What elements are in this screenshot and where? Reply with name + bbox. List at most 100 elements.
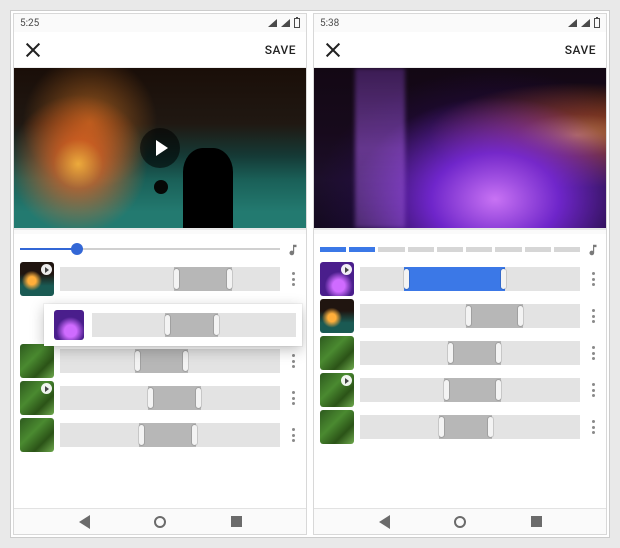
- cell-signal-icon: [581, 19, 590, 27]
- play-button[interactable]: [140, 128, 180, 168]
- clip-row[interactable]: [320, 262, 600, 296]
- trim-handle-left[interactable]: [135, 351, 140, 371]
- nav-home-icon[interactable]: [454, 516, 466, 528]
- clip-track[interactable]: [60, 423, 280, 447]
- trim-handle-left[interactable]: [139, 425, 144, 445]
- timeline-editor: [314, 234, 606, 508]
- trim-handle-left[interactable]: [448, 343, 453, 363]
- screenshot-pair: 5:25 SAVE: [10, 10, 610, 538]
- trim-handle-right[interactable]: [518, 306, 523, 326]
- trim-handle-left[interactable]: [439, 417, 444, 437]
- nav-recent-icon[interactable]: [231, 516, 242, 527]
- position-slider[interactable]: [20, 238, 280, 260]
- clip-row[interactable]: [320, 299, 600, 333]
- play-icon: [156, 140, 168, 156]
- clip-thumb[interactable]: [54, 310, 84, 340]
- clip-track[interactable]: [60, 349, 280, 373]
- clip-row[interactable]: [320, 410, 600, 444]
- close-icon[interactable]: [24, 41, 42, 59]
- clip-overflow-menu[interactable]: [586, 270, 600, 288]
- clip-track[interactable]: [60, 386, 280, 410]
- close-icon[interactable]: [324, 41, 342, 59]
- clip-thumb[interactable]: [20, 418, 54, 452]
- clip-track[interactable]: [60, 267, 280, 291]
- clip-thumb[interactable]: [320, 373, 354, 407]
- cell-signal-icon: [281, 19, 290, 27]
- music-icon[interactable]: [286, 242, 300, 256]
- battery-icon: [594, 18, 600, 28]
- clip-thumb[interactable]: [20, 344, 54, 378]
- phone-right: 5:38 SAVE: [313, 13, 607, 535]
- trim-handle-right[interactable]: [501, 269, 506, 289]
- trim-handle-left[interactable]: [165, 315, 170, 335]
- status-right: [568, 18, 600, 28]
- clip-overflow-menu[interactable]: [586, 344, 600, 362]
- android-navbar: [314, 508, 606, 534]
- clip-thumb[interactable]: [320, 262, 354, 296]
- trim-handle-right[interactable]: [496, 343, 501, 363]
- trim-handle-right[interactable]: [214, 315, 219, 335]
- status-bar: 5:38: [314, 14, 606, 32]
- segmented-progress[interactable]: [320, 247, 580, 252]
- nav-back-icon[interactable]: [379, 515, 390, 529]
- trim-handle-left[interactable]: [404, 269, 409, 289]
- clip-row-dragging[interactable]: [44, 304, 302, 346]
- clip-thumb[interactable]: [320, 410, 354, 444]
- clip-list: [20, 262, 300, 508]
- clip-overflow-menu[interactable]: [286, 389, 300, 407]
- clip-track[interactable]: [360, 378, 580, 402]
- video-preview[interactable]: [314, 68, 606, 228]
- trim-handle-right[interactable]: [192, 425, 197, 445]
- save-button[interactable]: SAVE: [265, 43, 296, 57]
- thumb-play-icon: [41, 264, 52, 275]
- trim-handle-right[interactable]: [183, 351, 188, 371]
- clip-overflow-menu[interactable]: [286, 270, 300, 288]
- clip-thumb[interactable]: [20, 381, 54, 415]
- clip-row[interactable]: [20, 418, 300, 452]
- clip-overflow-menu[interactable]: [586, 418, 600, 436]
- app-bar: SAVE: [14, 32, 306, 68]
- clip-overflow-menu[interactable]: [286, 426, 300, 444]
- clip-track[interactable]: [360, 267, 580, 291]
- clip-overflow-menu[interactable]: [586, 381, 600, 399]
- clip-track[interactable]: [360, 415, 580, 439]
- status-right: [268, 18, 300, 28]
- clip-row[interactable]: [20, 381, 300, 415]
- trim-handle-right[interactable]: [196, 388, 201, 408]
- save-button[interactable]: SAVE: [565, 43, 596, 57]
- trim-handle-left[interactable]: [444, 380, 449, 400]
- nav-home-icon[interactable]: [154, 516, 166, 528]
- battery-icon: [294, 18, 300, 28]
- clip-row[interactable]: [320, 336, 600, 370]
- music-icon[interactable]: [586, 242, 600, 256]
- clip-row[interactable]: [20, 344, 300, 378]
- clip-thumb[interactable]: [320, 336, 354, 370]
- clip-row[interactable]: [320, 373, 600, 407]
- clip-track[interactable]: [360, 341, 580, 365]
- trim-handle-right[interactable]: [227, 269, 232, 289]
- clip-overflow-menu[interactable]: [586, 307, 600, 325]
- phone-left: 5:25 SAVE: [13, 13, 307, 535]
- trim-handle-left[interactable]: [148, 388, 153, 408]
- clip-thumb[interactable]: [20, 262, 54, 296]
- video-waterfall: [355, 68, 405, 228]
- trim-handle-right[interactable]: [488, 417, 493, 437]
- clip-thumb[interactable]: [320, 299, 354, 333]
- clip-overflow-menu[interactable]: [286, 352, 300, 370]
- nav-recent-icon[interactable]: [531, 516, 542, 527]
- trim-handle-left[interactable]: [174, 269, 179, 289]
- wifi-icon: [568, 19, 577, 27]
- status-time: 5:38: [320, 18, 339, 29]
- trim-handle-left[interactable]: [466, 306, 471, 326]
- nav-back-icon[interactable]: [79, 515, 90, 529]
- trim-handle-right[interactable]: [496, 380, 501, 400]
- clip-row[interactable]: [20, 262, 300, 296]
- clip-track[interactable]: [92, 313, 296, 337]
- timeline-editor: [14, 234, 306, 508]
- wifi-icon: [268, 19, 277, 27]
- thumb-play-icon: [341, 264, 352, 275]
- status-bar: 5:25: [14, 14, 306, 32]
- video-preview[interactable]: [14, 68, 306, 228]
- clip-track[interactable]: [360, 304, 580, 328]
- position-row: [320, 238, 600, 260]
